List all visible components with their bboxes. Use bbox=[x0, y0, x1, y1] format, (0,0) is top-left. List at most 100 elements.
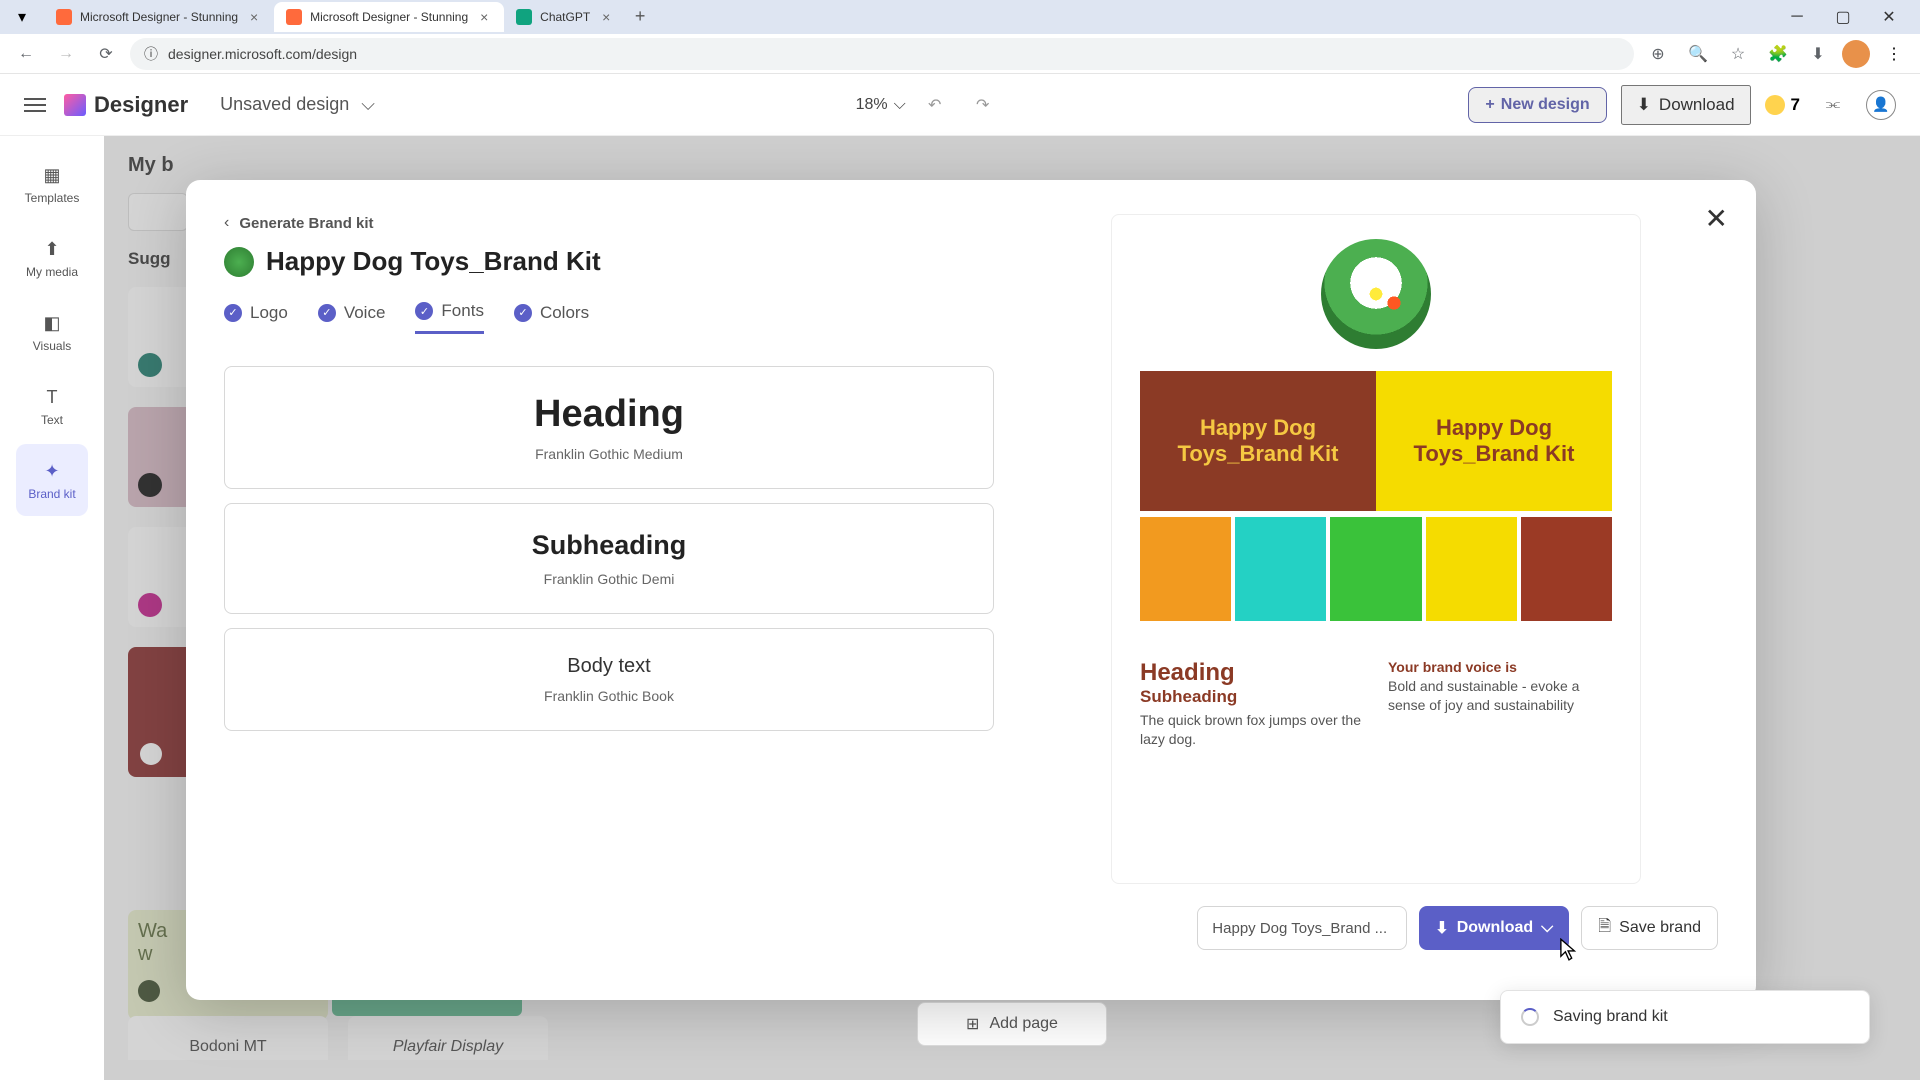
font-sample: Heading bbox=[245, 393, 973, 436]
redo-button[interactable]: ↷ bbox=[964, 86, 1002, 124]
voice-label: Your brand voice is bbox=[1388, 659, 1612, 675]
undo-button[interactable]: ↶ bbox=[916, 86, 954, 124]
browser-tab-3[interactable]: ChatGPT × bbox=[504, 2, 626, 32]
share-button[interactable]: ⫘ bbox=[1814, 86, 1852, 124]
save-brand-label: Save brand bbox=[1619, 919, 1701, 937]
browser-tabs: Microsoft Designer - Stunning × Microsof… bbox=[44, 2, 1774, 32]
credits-counter[interactable]: 7 bbox=[1765, 95, 1800, 115]
download-kit-button[interactable]: ⬇ Download ⌵ bbox=[1419, 906, 1569, 950]
tab-colors[interactable]: ✓ Colors bbox=[514, 301, 589, 334]
font-card-subheading[interactable]: Subheading Franklin Gothic Demi bbox=[224, 503, 994, 614]
designer-logo-icon bbox=[64, 94, 86, 116]
tab-label: Logo bbox=[250, 303, 288, 323]
browser-tab-2[interactable]: Microsoft Designer - Stunning × bbox=[274, 2, 504, 32]
tab-fonts[interactable]: ✓ Fonts bbox=[415, 301, 484, 334]
preview-logo-image bbox=[1321, 239, 1431, 349]
band-dark: Happy Dog Toys_Brand Kit bbox=[1140, 371, 1376, 511]
breadcrumb[interactable]: ‹ Generate Brand kit bbox=[224, 214, 994, 232]
tab-history-dropdown[interactable]: ▾ bbox=[8, 3, 36, 31]
check-icon: ✓ bbox=[318, 304, 336, 322]
tab-logo[interactable]: ✓ Logo bbox=[224, 301, 288, 334]
tab-close-icon[interactable]: × bbox=[476, 9, 492, 25]
zoom-value: 18% bbox=[856, 96, 888, 114]
downloads-icon[interactable]: ⬇ bbox=[1802, 38, 1834, 70]
design-name-text: Unsaved design bbox=[220, 94, 349, 115]
tab-title: Microsoft Designer - Stunning bbox=[80, 10, 238, 24]
app-header: Designer Unsaved design ⌵ 18% ⌵ ↶ ↷ + Ne… bbox=[0, 74, 1920, 136]
add-page-button[interactable]: ⊞ Add page bbox=[917, 1002, 1107, 1046]
design-name-dropdown[interactable]: Unsaved design ⌵ bbox=[206, 88, 389, 121]
new-design-button[interactable]: + New design bbox=[1468, 87, 1606, 123]
zoom-dropdown[interactable]: 18% ⌵ bbox=[856, 96, 906, 114]
save-brand-button[interactable]: 🗎 Save brand bbox=[1581, 906, 1718, 950]
tab-voice[interactable]: ✓ Voice bbox=[318, 301, 386, 334]
tab-close-icon[interactable]: × bbox=[246, 9, 262, 25]
browser-toolbar: ← → ⟳ ⓘ designer.microsoft.com/design ⊕ … bbox=[0, 34, 1920, 74]
credits-value: 7 bbox=[1791, 95, 1800, 115]
swatch-orange bbox=[1140, 517, 1231, 621]
chrome-menu-button[interactable]: ⋮ bbox=[1878, 44, 1910, 64]
kit-name-input[interactable] bbox=[1197, 906, 1407, 950]
font-card-heading[interactable]: Heading Franklin Gothic Medium bbox=[224, 366, 994, 489]
rail-label: Templates bbox=[25, 191, 80, 205]
toast-message: Saving brand kit bbox=[1553, 1008, 1668, 1026]
brand-name-bands: Happy Dog Toys_Brand Kit Happy Dog Toys_… bbox=[1140, 371, 1612, 511]
minimize-button[interactable]: ─ bbox=[1774, 2, 1820, 32]
rail-visuals[interactable]: ◧ Visuals bbox=[16, 296, 88, 368]
preview-heading: Heading bbox=[1140, 659, 1364, 687]
chevron-down-icon: ⌵ bbox=[1541, 919, 1553, 937]
new-tab-button[interactable]: + bbox=[626, 2, 654, 30]
tab-label: Voice bbox=[344, 303, 386, 323]
close-window-button[interactable]: ✕ bbox=[1866, 2, 1912, 32]
rail-label: My media bbox=[26, 265, 78, 279]
zoom-icon[interactable]: 🔍 bbox=[1682, 38, 1714, 70]
rail-text[interactable]: T Text bbox=[16, 370, 88, 442]
account-button[interactable]: 👤 bbox=[1866, 90, 1896, 120]
check-icon: ✓ bbox=[514, 304, 532, 322]
profile-avatar-button[interactable] bbox=[1842, 40, 1870, 68]
band-yellow: Happy Dog Toys_Brand Kit bbox=[1376, 371, 1612, 511]
add-page-label: Add page bbox=[989, 1015, 1058, 1033]
browser-tab-1[interactable]: Microsoft Designer - Stunning × bbox=[44, 2, 274, 32]
designer-favicon-icon bbox=[56, 9, 72, 25]
reload-button[interactable]: ⟳ bbox=[90, 38, 122, 70]
rail-label: Visuals bbox=[33, 339, 71, 353]
upload-icon: ⬆ bbox=[40, 237, 64, 261]
bookmark-icon[interactable]: ☆ bbox=[1722, 38, 1754, 70]
tab-close-icon[interactable]: × bbox=[598, 9, 614, 25]
forward-button[interactable]: → bbox=[50, 38, 82, 70]
address-bar[interactable]: ⓘ designer.microsoft.com/design bbox=[130, 38, 1634, 70]
left-rail: ▦ Templates ⬆ My media ◧ Visuals T Text … bbox=[0, 136, 104, 1080]
font-cards: Heading Franklin Gothic Medium Subheadin… bbox=[224, 366, 994, 731]
saving-toast: Saving brand kit bbox=[1500, 990, 1870, 1044]
swatch-yellow bbox=[1426, 517, 1517, 621]
rail-label: Text bbox=[41, 413, 63, 427]
download-button[interactable]: ⬇ Download bbox=[1621, 85, 1751, 125]
designer-wordmark: Designer bbox=[94, 92, 188, 118]
swatch-brown bbox=[1521, 517, 1612, 621]
rail-my-media[interactable]: ⬆ My media bbox=[16, 222, 88, 294]
back-button[interactable]: ← bbox=[10, 38, 42, 70]
tab-title: Microsoft Designer - Stunning bbox=[310, 10, 468, 24]
kit-title-row: Happy Dog Toys_Brand Kit bbox=[224, 246, 994, 277]
extensions-icon[interactable]: 🧩 bbox=[1762, 38, 1794, 70]
font-card-body[interactable]: Body text Franklin Gothic Book bbox=[224, 628, 994, 731]
font-sample: Subheading bbox=[245, 530, 973, 561]
install-app-icon[interactable]: ⊕ bbox=[1642, 38, 1674, 70]
site-info-icon[interactable]: ⓘ bbox=[144, 44, 158, 64]
rail-templates[interactable]: ▦ Templates bbox=[16, 148, 88, 220]
check-icon: ✓ bbox=[415, 302, 433, 320]
hamburger-menu-button[interactable] bbox=[24, 98, 46, 112]
tab-title: ChatGPT bbox=[540, 10, 590, 24]
rail-brand-kit[interactable]: ✦ Brand kit bbox=[16, 444, 88, 516]
modal-right-pane: Happy Dog Toys_Brand Kit Happy Dog Toys_… bbox=[994, 214, 1718, 966]
preview-typography-row: Heading Subheading The quick brown fox j… bbox=[1140, 659, 1612, 749]
download-icon: ⬇ bbox=[1637, 95, 1651, 115]
designer-favicon-icon bbox=[286, 9, 302, 25]
modal-close-button[interactable]: ✕ bbox=[1705, 202, 1728, 235]
maximize-button[interactable]: ▢ bbox=[1820, 2, 1866, 32]
designer-logo[interactable]: Designer bbox=[64, 92, 188, 118]
url-text: designer.microsoft.com/design bbox=[168, 46, 357, 62]
swatch-teal bbox=[1235, 517, 1326, 621]
preview-voice-column: Your brand voice is Bold and sustainable… bbox=[1388, 659, 1612, 749]
